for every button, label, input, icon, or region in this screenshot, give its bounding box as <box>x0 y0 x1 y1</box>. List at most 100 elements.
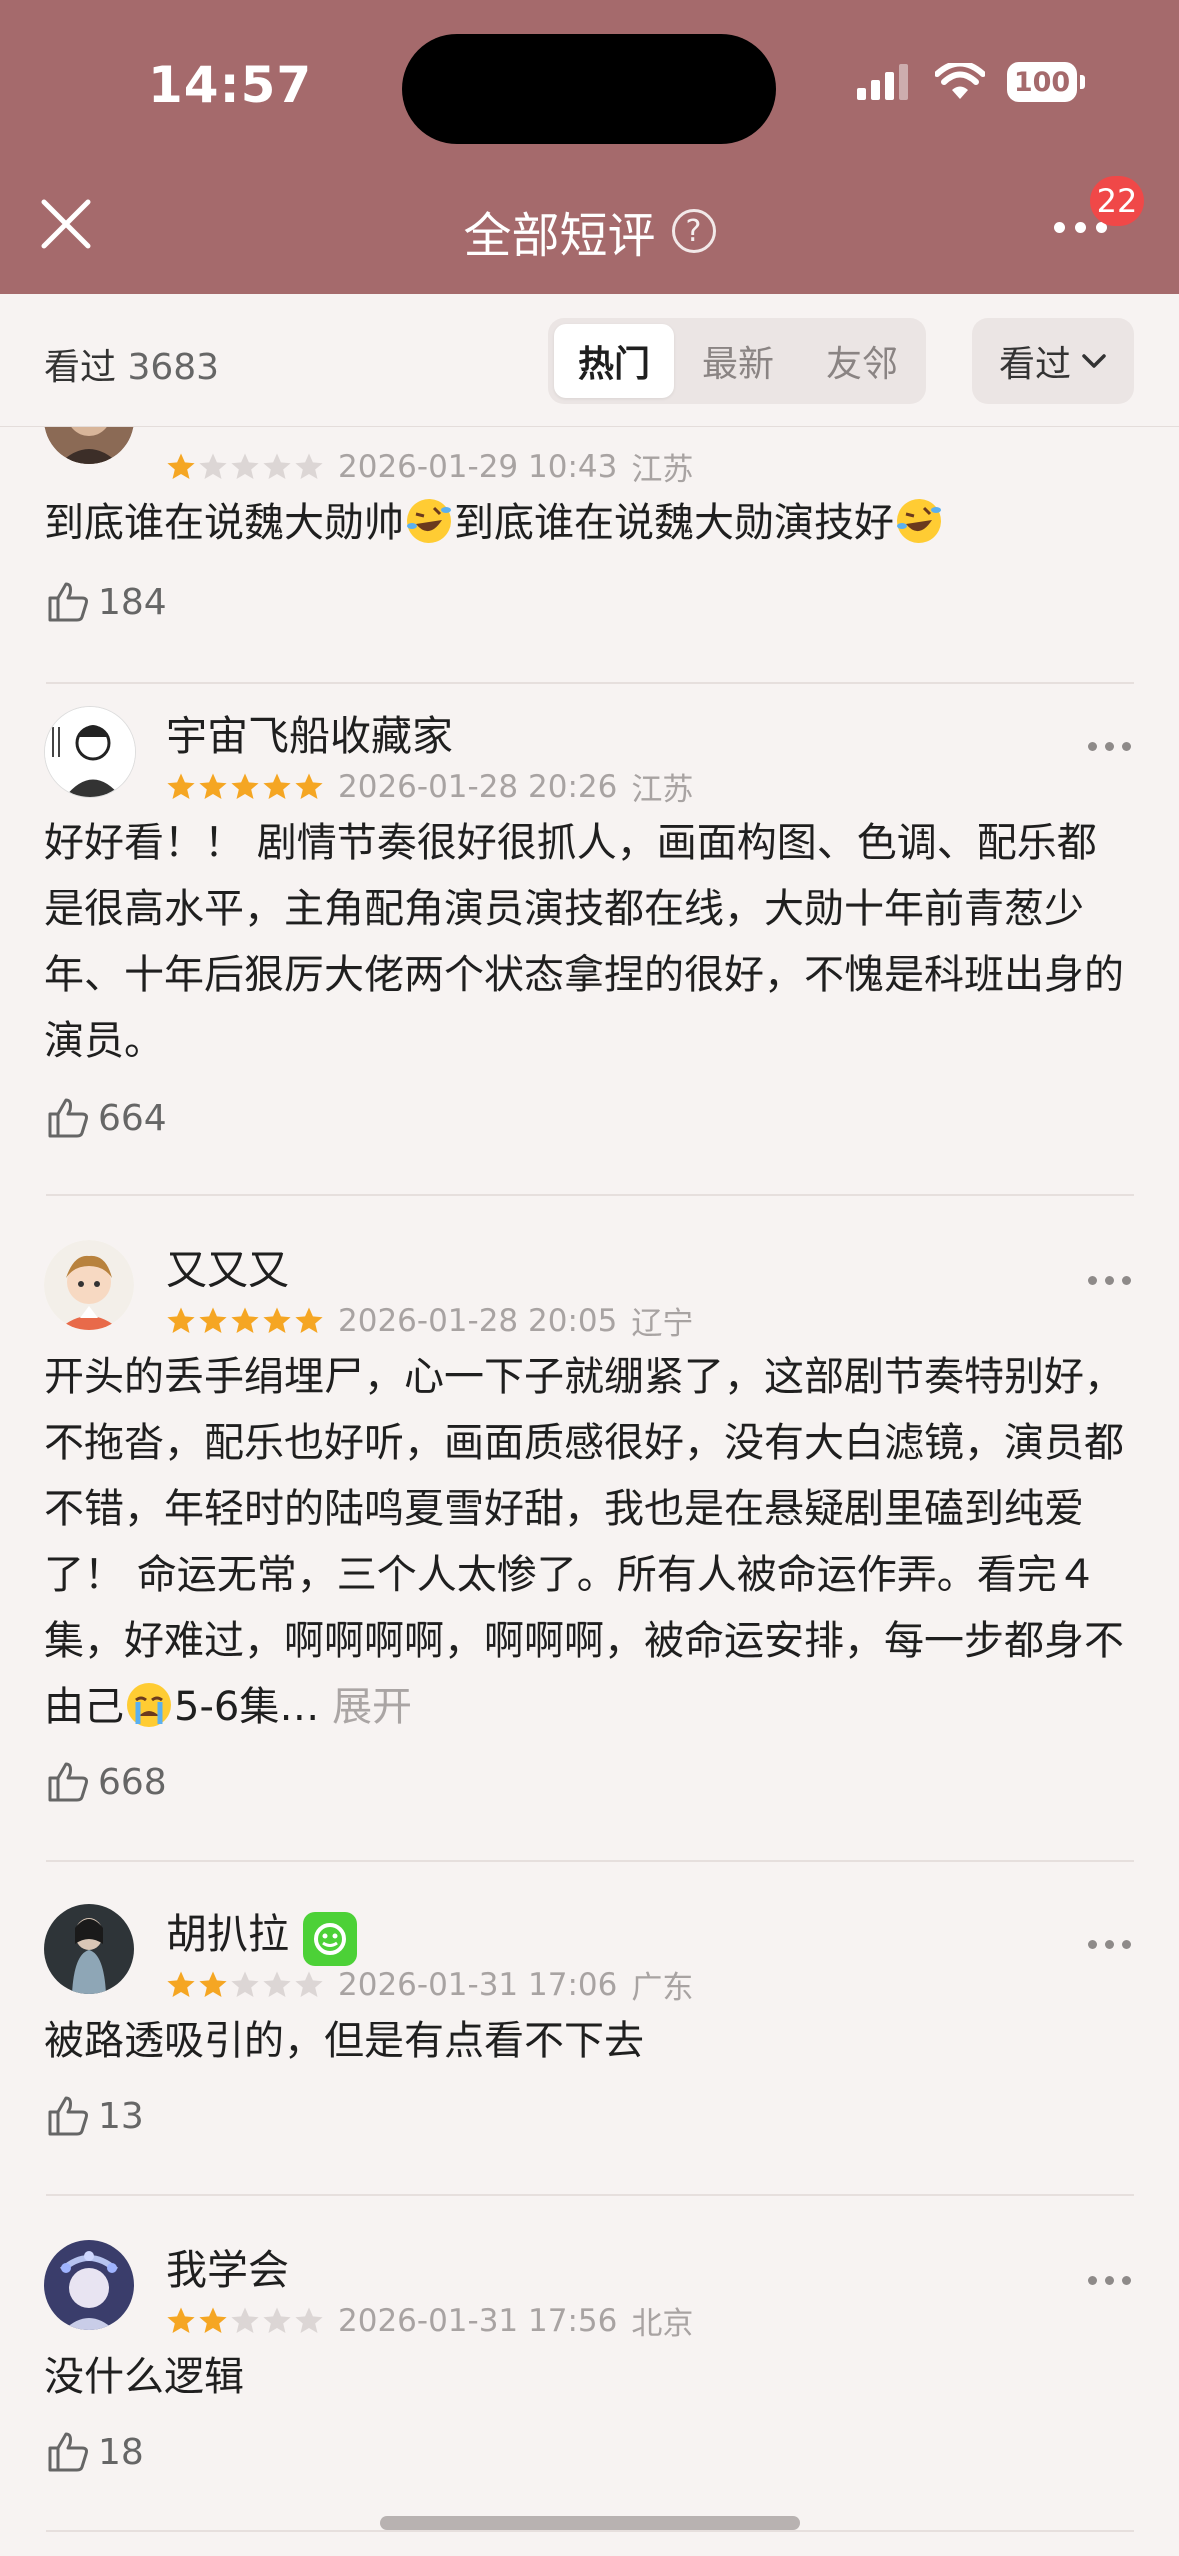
divider <box>46 1860 1134 1862</box>
review-text: 好好看！！ 剧情节奏很好很抓人，画面构图、色调、配乐都是很高水平，主角配角演员演… <box>44 820 1124 1064</box>
page-title: 全部短评 ? <box>0 196 1179 266</box>
like-count: 664 <box>98 1097 167 1139</box>
star-empty-icon <box>231 453 259 479</box>
status-icons: 100 <box>857 62 1085 102</box>
help-icon[interactable]: ? <box>671 209 716 253</box>
thumbs-up-icon <box>48 2432 88 2472</box>
like-button[interactable]: 184 <box>46 580 167 624</box>
vip-badge-icon <box>303 1912 357 1966</box>
review-location: 辽宁 <box>631 1306 694 1342</box>
review-meta: 2026-01-31 17:06 广东 <box>166 1962 693 2007</box>
filter-bar: 看过 3683 热门 最新 友邻 看过 <box>0 294 1179 427</box>
rofl-emoji-icon <box>407 499 451 543</box>
more-options-icon[interactable] <box>1054 222 1107 233</box>
review-meta: 2026-01-31 17:56 北京 <box>166 2298 693 2343</box>
sort-segmented-control: 热门 最新 友邻 <box>548 318 926 404</box>
like-button[interactable]: 18 <box>46 2430 144 2474</box>
divider <box>46 2194 1134 2196</box>
divider <box>46 1194 1134 1196</box>
review-text-part: 到底谁在说魏大勋帅 <box>44 500 404 546</box>
tab-hot[interactable]: 热门 <box>554 324 674 398</box>
review-more-icon[interactable] <box>1088 1276 1131 1285</box>
star-filled-icon <box>199 1971 227 1997</box>
status-filter-label: 看过 <box>998 344 1071 385</box>
review-meta: 2026-01-28 20:05 辽宁 <box>166 1298 693 1343</box>
star-filled-icon <box>199 2307 227 2333</box>
review-location: 江苏 <box>631 452 694 488</box>
star-filled-icon <box>263 1307 291 1333</box>
wifi-icon <box>935 63 985 99</box>
rofl-emoji-icon <box>897 499 941 543</box>
avatar[interactable] <box>44 2240 134 2330</box>
star-filled-icon <box>167 1307 195 1333</box>
page-title-text: 全部短评 <box>463 208 656 264</box>
like-count: 13 <box>98 2095 144 2137</box>
review-meta: 2026-01-29 10:43 江苏 <box>166 444 693 489</box>
username[interactable]: 胡扒拉 <box>166 1900 357 1966</box>
avatar[interactable] <box>44 1240 134 1330</box>
star-filled-icon <box>231 1307 259 1333</box>
username-text: 胡扒拉 <box>166 1910 289 1958</box>
star-filled-icon <box>295 773 323 799</box>
like-count: 668 <box>98 1761 167 1803</box>
header-bar: 14:57 100 全部短评 ? 22 <box>0 0 1179 294</box>
avatar[interactable] <box>44 1904 134 1994</box>
tab-friends[interactable]: 友邻 <box>802 324 922 398</box>
star-filled-icon <box>167 453 195 479</box>
review-list[interactable]: 2026-01-29 10:43 江苏 到底谁在说魏大勋帅 到底谁在说魏大勋演技好… <box>0 426 1179 2556</box>
home-indicator[interactable] <box>380 2516 800 2530</box>
review-text-body: 开头的丢手绢埋尸，心一下子就绷紧了，这部剧节奏特别好，不拖沓，配乐也好听，画面质… <box>44 1354 1124 1730</box>
star-empty-icon <box>231 1971 259 1997</box>
star-empty-icon <box>263 2307 291 2333</box>
expand-link[interactable]: 展开 <box>332 1684 412 1730</box>
star-filled-icon <box>167 1971 195 1997</box>
review-more-icon[interactable] <box>1088 2276 1131 2285</box>
star-empty-icon <box>295 453 323 479</box>
like-button[interactable]: 13 <box>46 2094 144 2138</box>
thumbs-up-icon <box>48 1098 88 1138</box>
crying-emoji-icon <box>127 1683 171 1727</box>
review-meta: 2026-01-28 20:26 江苏 <box>166 764 693 809</box>
username[interactable]: 又又又 <box>166 1236 289 1296</box>
review-text-part: 到底谁在说魏大勋演技好 <box>454 500 894 546</box>
review-location: 北京 <box>631 2306 694 2342</box>
thumbs-up-icon <box>48 2096 88 2136</box>
review-text: 到底谁在说魏大勋帅 到底谁在说魏大勋演技好 <box>44 490 1134 556</box>
review-more-icon[interactable] <box>1088 742 1131 751</box>
battery-indicator: 100 <box>1007 62 1085 102</box>
star-empty-icon <box>231 2307 259 2333</box>
divider <box>46 2530 1134 2532</box>
like-button[interactable]: 668 <box>46 1760 167 1804</box>
like-count: 18 <box>98 2431 144 2473</box>
star-filled-icon <box>295 1307 323 1333</box>
avatar[interactable] <box>44 706 136 798</box>
star-filled-icon <box>263 773 291 799</box>
rating-stars <box>166 452 324 482</box>
avatar[interactable] <box>44 426 134 464</box>
rating-stars <box>166 772 324 802</box>
tab-latest[interactable]: 最新 <box>678 324 798 398</box>
review-location: 广东 <box>631 1970 694 2006</box>
status-filter-dropdown[interactable]: 看过 <box>972 318 1134 404</box>
star-empty-icon <box>263 453 291 479</box>
chevron-down-icon <box>1082 354 1106 368</box>
rating-stars <box>166 2306 324 2336</box>
review-text: 没什么逻辑 <box>44 2354 244 2400</box>
username[interactable]: 宇宙飞船收藏家 <box>166 702 453 762</box>
review-text-tail: 5-6集… <box>174 1684 320 1730</box>
review-time: 2026-01-29 10:43 <box>338 448 618 485</box>
review-more-icon[interactable] <box>1088 1940 1131 1949</box>
review-text: 开头的丢手绢埋尸，心一下子就绷紧了，这部剧节奏特别好，不拖沓，配乐也好听，画面质… <box>44 1344 1134 1740</box>
review-time: 2026-01-28 20:26 <box>338 768 618 805</box>
star-empty-icon <box>295 1971 323 1997</box>
username[interactable]: 我学会 <box>166 2236 289 2296</box>
star-filled-icon <box>199 773 227 799</box>
signal-icon <box>857 64 908 100</box>
thumbs-up-icon <box>48 582 88 622</box>
seen-count: 看过 3683 <box>44 338 219 390</box>
like-button[interactable]: 664 <box>46 1096 167 1140</box>
dynamic-island <box>402 34 776 144</box>
rating-stars <box>166 1970 324 2000</box>
thumbs-up-icon <box>48 1762 88 1802</box>
star-filled-icon <box>231 773 259 799</box>
